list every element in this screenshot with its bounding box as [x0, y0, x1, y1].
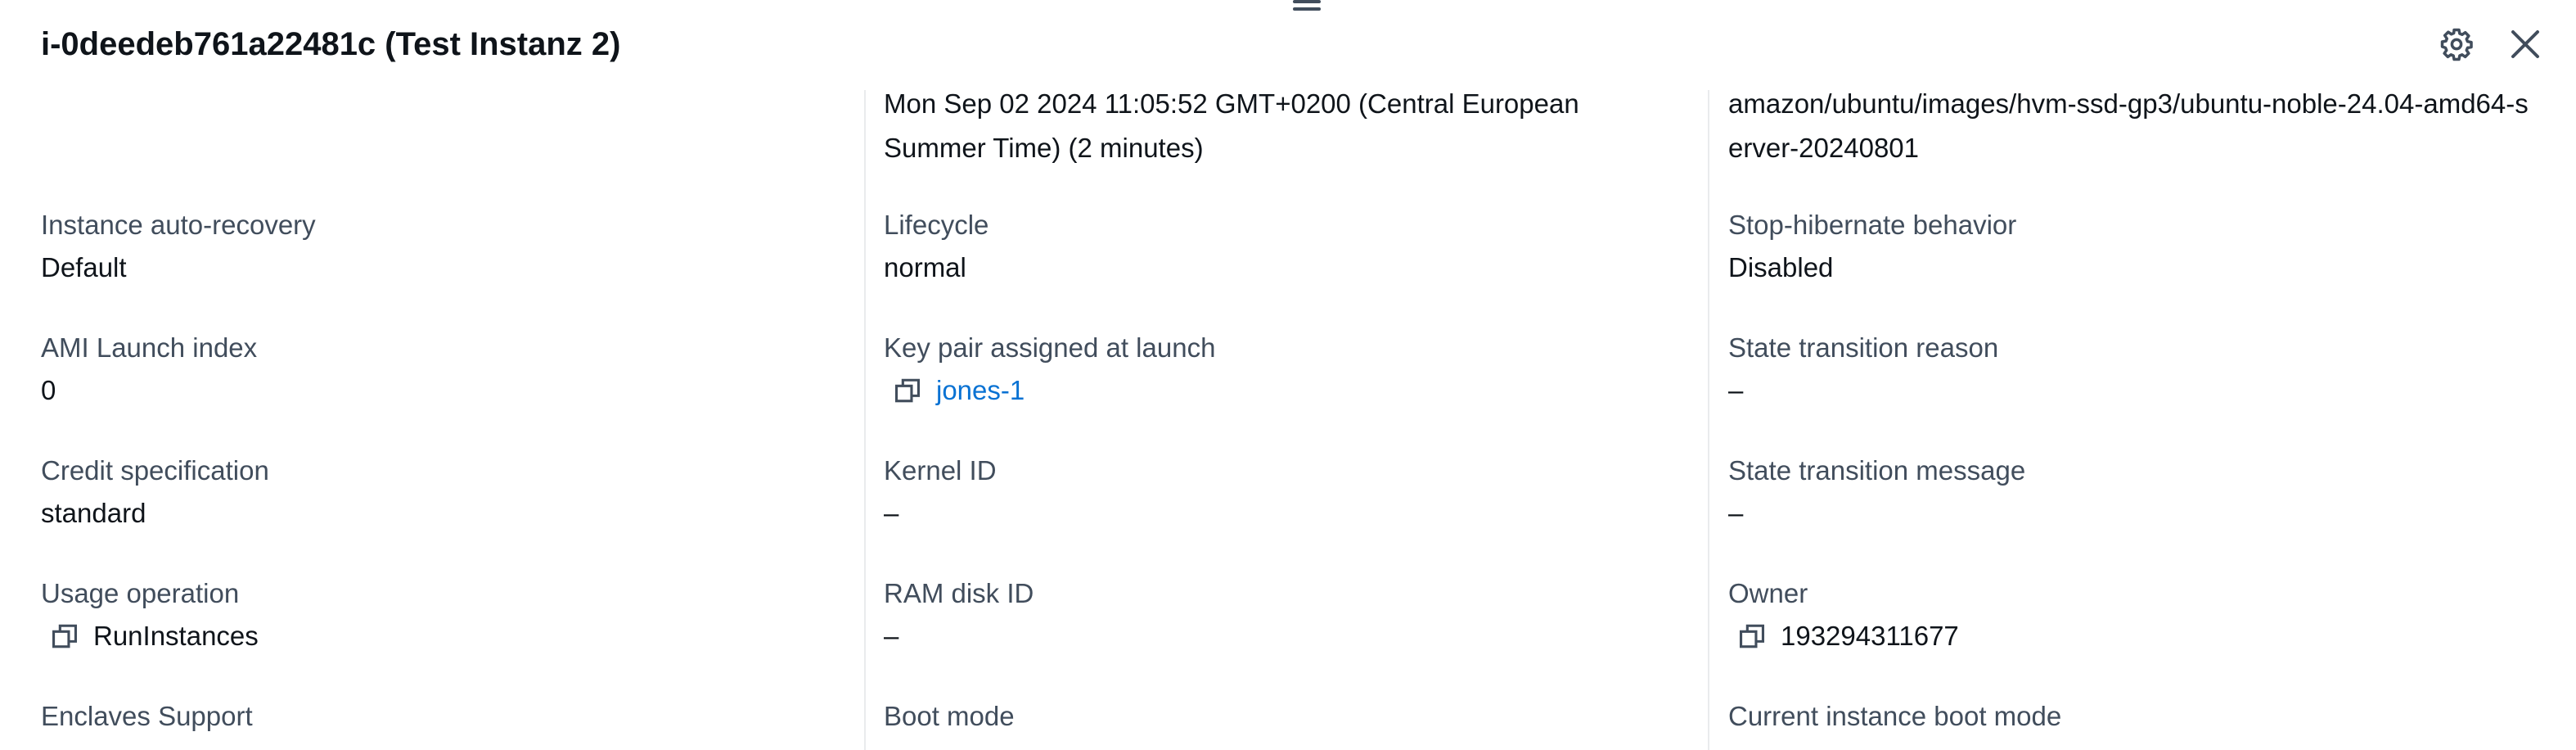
- field-credit-specification: Credit specification standard: [41, 450, 859, 535]
- field-label: Credit specification: [41, 455, 269, 486]
- panel-header: i-0deedeb761a22481c (Test Instanz 2): [41, 21, 2543, 67]
- field-ram-disk-id: RAM disk ID –: [884, 573, 1702, 658]
- panel-title: i-0deedeb761a22481c (Test Instanz 2): [41, 26, 621, 62]
- field-label: Key pair assigned at launch: [884, 332, 1216, 363]
- field-value: –: [1728, 375, 1744, 405]
- field-label: AMI Launch index: [41, 332, 258, 363]
- field-value: –: [1728, 498, 1744, 528]
- field-enclaves-support: Enclaves Support: [41, 696, 859, 737]
- field-value: Disabled: [1728, 252, 1834, 282]
- field-label: Kernel ID: [884, 455, 997, 486]
- field-instance-auto-recovery: Instance auto-recovery Default: [41, 205, 859, 290]
- field-ami-launch-index: AMI Launch index 0: [41, 328, 859, 413]
- field-ami-name-value: amazon/ubuntu/images/hvm-ssd-gp3/ubuntu-…: [1728, 82, 2547, 170]
- field-value: 0: [41, 375, 56, 405]
- field-label: Enclaves Support: [41, 701, 253, 731]
- owner-value-row: 193294311677: [1728, 614, 2547, 658]
- column-divider: [1708, 90, 1709, 750]
- field-label: Usage operation: [41, 578, 240, 608]
- field-key-pair: Key pair assigned at launch jones-1: [884, 328, 1702, 413]
- field-label: RAM disk ID: [884, 578, 1034, 608]
- field-value: –: [884, 621, 899, 651]
- owner-value: 193294311677: [1781, 621, 1959, 651]
- instance-details-panel: i-0deedeb761a22481c (Test Instanz 2) Ins…: [0, 0, 2576, 750]
- field-value: standard: [41, 498, 146, 528]
- copy-icon[interactable]: [49, 621, 80, 652]
- field-label: Lifecycle: [884, 210, 989, 240]
- field-value: Default: [41, 252, 127, 282]
- field-label: Current instance boot mode: [1728, 701, 2062, 731]
- field-stop-hibernate-behavior: Stop-hibernate behavior Disabled: [1728, 205, 2547, 290]
- usage-operation-value-row: RunInstances: [41, 614, 859, 658]
- field-current-instance-boot-mode: Current instance boot mode: [1728, 696, 2547, 737]
- field-state-transition-message: State transition message –: [1728, 450, 2547, 535]
- copy-icon[interactable]: [1736, 621, 1768, 652]
- key-pair-value-row: jones-1: [884, 368, 1702, 413]
- field-owner: Owner 193294311677: [1728, 573, 2547, 658]
- field-kernel-id: Kernel ID –: [884, 450, 1702, 535]
- drag-handle-icon[interactable]: [1293, 0, 1321, 15]
- field-launch-time-value: Mon Sep 02 2024 11:05:52 GMT+0200 (Centr…: [884, 82, 1702, 170]
- copy-icon[interactable]: [892, 375, 923, 406]
- field-boot-mode: Boot mode: [884, 696, 1702, 737]
- field-value: normal: [884, 252, 966, 282]
- field-lifecycle: Lifecycle normal: [884, 205, 1702, 290]
- close-icon[interactable]: [2507, 26, 2543, 62]
- usage-operation-value: RunInstances: [93, 621, 259, 651]
- field-state-transition-reason: State transition reason –: [1728, 328, 2547, 413]
- key-pair-link[interactable]: jones-1: [936, 368, 1025, 413]
- field-label: Owner: [1728, 578, 1808, 608]
- field-value: Mon Sep 02 2024 11:05:52 GMT+0200 (Centr…: [884, 88, 1579, 163]
- field-label: Instance auto-recovery: [41, 210, 316, 240]
- field-label: State transition reason: [1728, 332, 1999, 363]
- field-label: Stop-hibernate behavior: [1728, 210, 2017, 240]
- field-value: –: [884, 498, 899, 528]
- field-usage-operation: Usage operation RunInstances: [41, 573, 859, 658]
- column-divider: [864, 90, 866, 750]
- field-label: State transition message: [1728, 455, 2026, 486]
- field-value: amazon/ubuntu/images/hvm-ssd-gp3/ubuntu-…: [1728, 88, 2529, 163]
- header-actions: [2406, 26, 2543, 62]
- field-label: Boot mode: [884, 701, 1015, 731]
- gear-icon[interactable]: [2439, 26, 2475, 62]
